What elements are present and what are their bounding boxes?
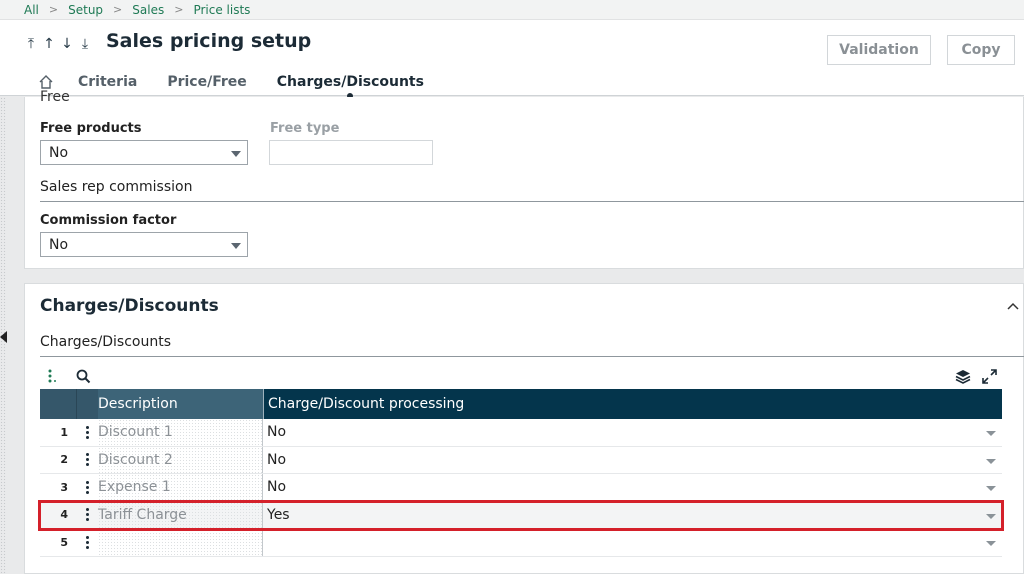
tab-charges-discounts[interactable]: Charges/Discounts — [277, 74, 424, 99]
row-menu-icon[interactable] — [76, 502, 98, 529]
description-cell[interactable] — [98, 529, 263, 556]
column-header-processing[interactable]: Charge/Discount processing — [263, 389, 1002, 419]
charges-discounts-subtitle: Charges/Discounts — [40, 334, 172, 350]
next-record-icon[interactable]: ↓ — [60, 36, 74, 52]
free-commission-card: Free Free products No Free type Sales re… — [24, 89, 1024, 269]
charges-discounts-card-title: Charges/Discounts — [40, 296, 219, 316]
breadcrumb-sales[interactable]: Sales — [132, 3, 164, 17]
chevron-down-icon — [986, 513, 996, 519]
row-number: 4 — [60, 508, 68, 522]
row-menu-icon[interactable] — [76, 447, 98, 474]
table-row-selected[interactable]: 4 Tariff Charge Yes — [38, 499, 1004, 531]
breadcrumb-price-lists[interactable]: Price lists — [193, 3, 250, 17]
grid-menu-icon[interactable] — [47, 369, 57, 383]
commission-factor-label: Commission factor — [40, 213, 177, 228]
chevron-right-icon: > — [48, 3, 59, 16]
free-products-select[interactable]: No — [40, 140, 248, 165]
chevron-down-icon — [231, 151, 241, 157]
table-row[interactable]: 5 — [40, 529, 1002, 557]
chevron-right-icon: > — [174, 3, 184, 16]
collapse-left-panel-icon[interactable] — [0, 331, 7, 343]
copy-button[interactable]: Copy — [947, 35, 1015, 65]
row-menu-icon[interactable] — [76, 419, 98, 446]
row-number: 2 — [60, 453, 68, 467]
description-cell: Discount 2 — [98, 446, 263, 473]
free-section-title: Free — [40, 89, 70, 105]
last-record-icon[interactable]: ⤓ — [78, 36, 92, 52]
processing-cell[interactable]: No — [263, 474, 1002, 501]
section-divider — [40, 201, 1024, 202]
row-number: 5 — [60, 535, 68, 549]
first-record-icon[interactable]: ⤒ — [24, 36, 38, 52]
chevron-down-icon — [986, 541, 996, 546]
description-cell: Expense 1 — [98, 474, 263, 501]
chevron-down-icon — [231, 243, 241, 249]
description-cell: Discount 1 — [98, 419, 263, 446]
tab-bar: Criteria Price/Free Charges/Discounts — [38, 70, 454, 99]
page-title: Sales pricing setup — [106, 30, 312, 52]
table-row[interactable]: 3 Expense 1 No — [40, 474, 1002, 502]
chevron-up-icon[interactable] — [1007, 300, 1019, 312]
description-cell: Tariff Charge — [98, 501, 263, 528]
tab-price-free[interactable]: Price/Free — [167, 74, 246, 90]
row-number: 1 — [60, 425, 68, 439]
record-navigation: ⤒ ↑ ↓ ⤓ — [24, 36, 92, 52]
processing-cell[interactable] — [263, 529, 1002, 556]
table-row[interactable]: 1 Discount 1 No — [40, 419, 1002, 447]
breadcrumb-all[interactable]: All — [24, 3, 39, 17]
processing-value: Yes — [267, 506, 290, 523]
section-divider — [40, 356, 1024, 357]
row-number-header — [40, 389, 76, 419]
table-row[interactable]: 2 Discount 2 No — [40, 446, 1002, 474]
breadcrumb: All > Setup > Sales > Price lists — [0, 0, 1024, 20]
chevron-down-icon — [986, 486, 996, 491]
chevron-right-icon: > — [113, 3, 123, 16]
row-number: 3 — [60, 480, 68, 494]
chevron-down-icon — [986, 458, 996, 464]
charges-discounts-card: Charges/Discounts Charges/Discounts Desc… — [24, 283, 1024, 574]
row-menu-icon[interactable] — [76, 474, 98, 501]
sales-rep-commission-title: Sales rep commission — [40, 179, 193, 195]
processing-value: No — [267, 451, 287, 468]
commission-factor-select[interactable]: No — [40, 232, 248, 257]
breadcrumb-setup[interactable]: Setup — [68, 3, 103, 17]
expand-icon[interactable] — [982, 369, 997, 384]
processing-cell[interactable]: Yes — [263, 502, 1002, 529]
grid-header: Description Charge/Discount processing — [40, 389, 1002, 419]
charges-discounts-grid: Description Charge/Discount processing 1… — [38, 389, 1004, 557]
commission-factor-value: No — [49, 236, 69, 253]
processing-value: No — [267, 479, 287, 496]
free-products-value: No — [49, 144, 69, 161]
home-icon[interactable] — [38, 74, 54, 90]
processing-value: No — [267, 424, 287, 441]
free-type-label: Free type — [270, 121, 340, 136]
free-type-field — [269, 140, 433, 165]
processing-cell[interactable]: No — [263, 447, 1002, 474]
layers-icon[interactable] — [955, 369, 971, 384]
previous-record-icon[interactable]: ↑ — [42, 36, 56, 52]
validation-button[interactable]: Validation — [827, 35, 931, 65]
page-header: ⤒ ↑ ↓ ⤓ Sales pricing setup Validation C… — [0, 20, 1024, 99]
column-header-description[interactable]: Description — [98, 389, 263, 419]
free-products-label: Free products — [40, 121, 142, 136]
chevron-down-icon — [986, 431, 996, 436]
search-icon[interactable] — [76, 369, 91, 384]
row-menu-icon[interactable] — [76, 529, 98, 556]
processing-cell[interactable]: No — [263, 419, 1002, 446]
row-menu-header — [76, 389, 98, 419]
tab-criteria[interactable]: Criteria — [78, 74, 137, 90]
